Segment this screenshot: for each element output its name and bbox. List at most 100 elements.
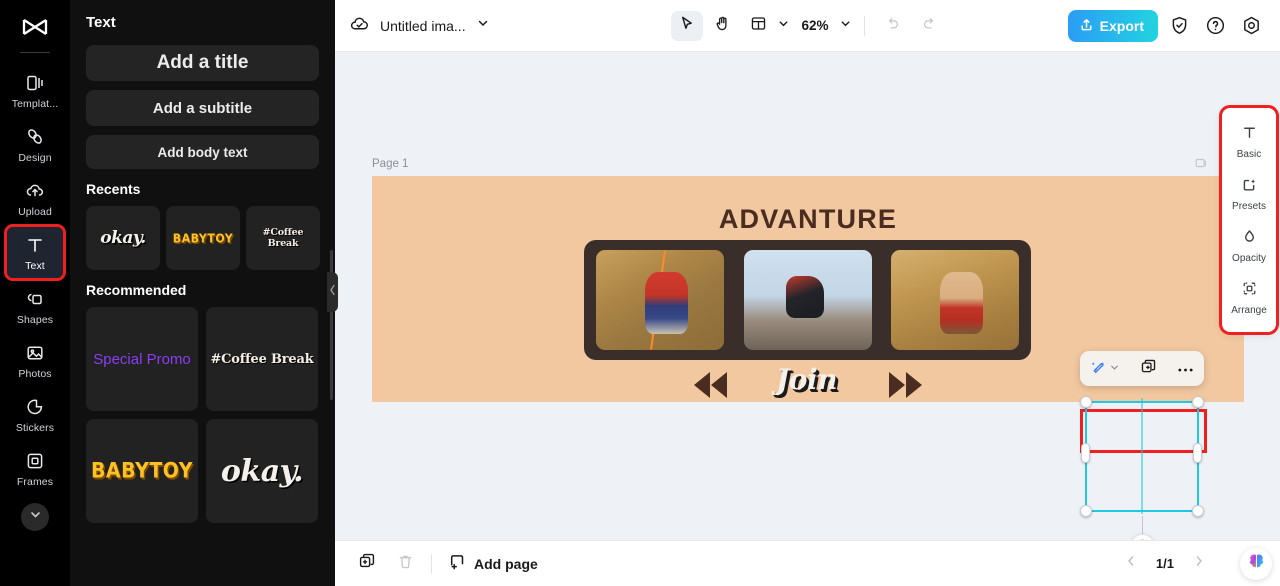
left-nav-rail: Templat... Design Upload Text Shapes Pho… xyxy=(0,0,70,586)
add-page-button[interactable]: Add page xyxy=(448,553,538,574)
tool-layout-view[interactable] xyxy=(742,11,774,41)
style-label: okay. xyxy=(220,453,304,489)
redo-button[interactable] xyxy=(913,11,945,41)
recent-text-style[interactable]: #Coffee Break xyxy=(246,206,320,270)
chevron-down-icon[interactable] xyxy=(476,16,490,35)
tool-select-cursor[interactable] xyxy=(670,10,703,41)
ai-brain-icon xyxy=(1246,551,1267,577)
artboard-photo[interactable] xyxy=(743,250,872,350)
canvas-area[interactable]: Page 1 ADVANTURE Join Basic Presets Opac… xyxy=(335,52,1280,540)
style-label: #Coffee Break xyxy=(210,351,314,367)
artboard-title[interactable]: ADVANTURE xyxy=(372,204,1244,235)
sidebar-item-text[interactable]: Text xyxy=(4,224,66,281)
cursor-arrow-icon xyxy=(678,15,695,37)
add-subtitle-button[interactable]: Add a subtitle xyxy=(86,90,319,126)
rewind-double-arrow-icon[interactable] xyxy=(687,372,733,398)
sidebar-item-upload[interactable]: Upload xyxy=(7,173,63,224)
text-panel: Text Add a title Add a subtitle Add body… xyxy=(70,0,335,586)
rotate-stem xyxy=(1142,516,1143,534)
style-label: #Coffee Break xyxy=(262,227,304,249)
cloud-saved-icon[interactable] xyxy=(349,13,370,39)
recent-text-style[interactable]: BABYTOY xyxy=(166,206,240,270)
text-t-icon xyxy=(24,234,46,256)
panel-collapse-handle[interactable] xyxy=(327,272,338,312)
style-label: okay. xyxy=(100,228,146,248)
trash-icon xyxy=(397,553,414,575)
recommended-text-style[interactable]: Special Promo xyxy=(86,307,198,411)
artboard-photo[interactable] xyxy=(891,250,1019,350)
image-thumb-icon[interactable] xyxy=(1194,156,1208,175)
join-text-element[interactable]: Join xyxy=(744,359,869,400)
sidebar-label: Frames xyxy=(16,476,54,488)
prev-page-button[interactable] xyxy=(1124,554,1138,573)
duplicate-button[interactable] xyxy=(1140,358,1157,380)
style-label: BABYTOY xyxy=(90,458,194,484)
recent-text-style[interactable]: okay. xyxy=(86,206,160,270)
next-page-button[interactable] xyxy=(1192,554,1206,573)
more-options-button[interactable] xyxy=(1177,360,1194,378)
expand-more-button[interactable] xyxy=(21,503,49,531)
sidebar-item-frames[interactable]: Frames xyxy=(7,443,63,494)
panel-title: Text xyxy=(86,14,116,31)
add-body-text-button[interactable]: Add body text xyxy=(86,135,319,169)
layout-panel-icon xyxy=(750,15,767,37)
gear-hex-icon[interactable] xyxy=(1236,11,1266,41)
selection-handle-left-mid[interactable] xyxy=(1081,443,1090,463)
photo-filmstrip[interactable] xyxy=(584,240,1031,360)
upload-share-icon xyxy=(1079,17,1094,35)
sidebar-label: Templat... xyxy=(11,98,59,110)
bottombar-divider xyxy=(431,553,432,574)
question-circle-icon[interactable] xyxy=(1200,11,1230,41)
right-panel-item-arrange[interactable]: Arrange xyxy=(1222,272,1276,324)
selection-handle-bottom-right[interactable] xyxy=(1192,505,1204,517)
app-root: Templat... Design Upload Text Shapes Pho… xyxy=(0,0,1280,586)
toolbar-divider xyxy=(863,15,865,36)
ai-assistant-button[interactable] xyxy=(1240,548,1272,580)
recommended-text-style[interactable]: #Coffee Break xyxy=(206,307,318,411)
topbar-right: Export xyxy=(1067,9,1266,42)
right-panel-item-opacity[interactable]: Opacity xyxy=(1222,220,1276,272)
selection-handle-bottom-left[interactable] xyxy=(1080,505,1092,517)
export-button[interactable]: Export xyxy=(1067,9,1158,42)
add-page-label: Add page xyxy=(474,555,538,572)
right-panel-item-basic[interactable]: Basic xyxy=(1222,116,1276,168)
chevron-down-icon[interactable] xyxy=(776,17,789,35)
magic-edit-button[interactable] xyxy=(1090,358,1120,380)
sidebar-item-design[interactable]: Design xyxy=(7,119,63,170)
main-area: Untitled ima... 62% Export Page 1 ADVANT… xyxy=(335,0,1280,586)
sidebar-item-photos[interactable]: Photos xyxy=(7,335,63,386)
zoom-level[interactable]: 62% xyxy=(801,18,828,33)
fast-forward-double-arrow-icon[interactable] xyxy=(882,372,928,398)
document-title[interactable]: Untitled ima... xyxy=(380,18,466,34)
sidebar-item-shapes[interactable]: Shapes xyxy=(7,281,63,332)
selection-handle-top-left[interactable] xyxy=(1080,396,1092,408)
sidebar-item-templates[interactable]: Templat... xyxy=(7,65,63,116)
chevron-down-icon[interactable] xyxy=(839,17,852,35)
join-text-label: Join xyxy=(776,363,837,396)
recommended-text-style[interactable]: okay. xyxy=(206,419,318,523)
add-page-square-icon xyxy=(448,553,466,574)
recommended-grid: Special Promo #Coffee Break BABYTOY okay… xyxy=(86,307,319,523)
selection-center-guide xyxy=(1141,398,1143,514)
opacity-droplet-icon xyxy=(1241,228,1258,250)
rotate-handle-button[interactable] xyxy=(1130,534,1155,540)
selection-handle-right-mid[interactable] xyxy=(1193,443,1202,463)
sidebar-item-stickers[interactable]: Stickers xyxy=(7,389,63,440)
recommended-text-style[interactable]: BABYTOY xyxy=(86,419,198,523)
capcut-logo-icon[interactable] xyxy=(17,14,53,44)
selection-handle-top-right[interactable] xyxy=(1192,396,1204,408)
undo-button[interactable] xyxy=(877,11,909,41)
delete-page-button[interactable] xyxy=(391,550,419,578)
shapes-icon xyxy=(24,288,46,310)
tool-hand-pan[interactable] xyxy=(706,11,738,41)
shield-check-icon[interactable] xyxy=(1164,11,1194,41)
duplicate-page-button[interactable] xyxy=(353,550,381,578)
right-panel-item-presets[interactable]: Presets xyxy=(1222,168,1276,220)
design-icon xyxy=(24,126,46,148)
recents-heading: Recents xyxy=(86,181,141,197)
recents-grid: okay. BABYTOY #Coffee Break xyxy=(86,206,320,270)
presets-star-icon xyxy=(1241,176,1258,198)
artboard-photo[interactable] xyxy=(596,250,724,350)
add-title-button[interactable]: Add a title xyxy=(86,45,319,81)
rotate-icon xyxy=(1136,538,1149,540)
